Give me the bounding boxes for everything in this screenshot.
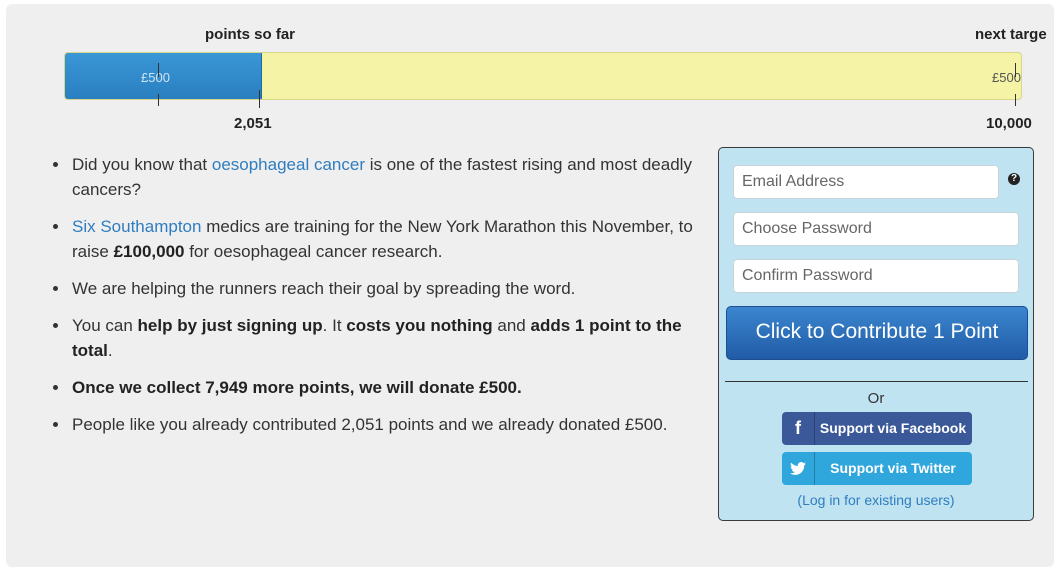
six-southampton-link[interactable]: Six Southampton: [72, 217, 201, 236]
fact-text: We are helping the runners reach their g…: [72, 279, 576, 298]
twitter-icon: [782, 452, 815, 485]
signup-form: ? Click to Contribute 1 Point Or f Suppo…: [718, 147, 1034, 521]
list-item: Six Southampton medics are training for …: [70, 214, 720, 264]
facebook-button-label: Support via Facebook: [819, 420, 967, 436]
support-via-twitter-button[interactable]: Support via Twitter: [782, 452, 972, 485]
login-existing-users-link[interactable]: (Log in for existing users): [719, 492, 1033, 508]
choose-password-field[interactable]: [733, 212, 1019, 246]
next-target-label: next targe: [975, 26, 1047, 43]
fact-text: Did you know that: [72, 155, 212, 174]
list-item: Did you know that oesophageal cancer is …: [70, 152, 720, 202]
target-marker-tick-lower: [1015, 94, 1016, 106]
fact-bold-text: Once we collect 7,949 more points, we wi…: [72, 378, 522, 397]
target-points-value: 10,000: [986, 115, 1032, 132]
current-marker-tick: [158, 63, 159, 77]
contribute-button[interactable]: Click to Contribute 1 Point: [726, 306, 1028, 360]
fact-bold-text: costs you nothing: [346, 316, 493, 335]
confirm-password-field[interactable]: [733, 259, 1019, 293]
or-label: Or: [867, 390, 885, 407]
divider: [725, 381, 1028, 382]
list-item: Once we collect 7,949 more points, we wi…: [70, 375, 720, 400]
current-points-value: 2,051: [234, 115, 272, 132]
support-via-facebook-button[interactable]: f Support via Facebook: [782, 412, 972, 445]
fact-text: . It: [322, 316, 347, 335]
help-icon[interactable]: ?: [1008, 173, 1020, 185]
current-marker-tick-lower: [158, 94, 159, 106]
fact-text: and: [492, 316, 531, 335]
fact-text: People like you already contributed 2,05…: [72, 415, 668, 434]
progress-bar: £500 £500: [64, 52, 1022, 100]
email-field[interactable]: [733, 165, 999, 199]
target-marker-tick: [1015, 63, 1016, 77]
fact-bold-text: help by just signing up: [137, 316, 323, 335]
oesophageal-cancer-link[interactable]: oesophageal cancer: [212, 155, 365, 174]
fact-text: for oesophageal cancer research.: [184, 242, 443, 261]
current-marker-label: £500: [141, 70, 170, 85]
facebook-icon: f: [782, 412, 815, 445]
fact-text: .: [107, 341, 113, 360]
list-item: You can help by just signing up. It cost…: [70, 313, 720, 363]
fundraising-goal: £100,000: [113, 242, 185, 261]
points-so-far-tick: [259, 90, 260, 108]
points-so-far-label: points so far: [205, 26, 296, 43]
list-item: We are helping the runners reach their g…: [70, 276, 720, 301]
facts-list: Did you know that oesophageal cancer is …: [44, 152, 720, 449]
fact-text: You can: [72, 316, 138, 335]
twitter-button-label: Support via Twitter: [830, 460, 956, 476]
list-item: People like you already contributed 2,05…: [70, 412, 720, 437]
target-marker-label: £500: [992, 70, 1021, 85]
